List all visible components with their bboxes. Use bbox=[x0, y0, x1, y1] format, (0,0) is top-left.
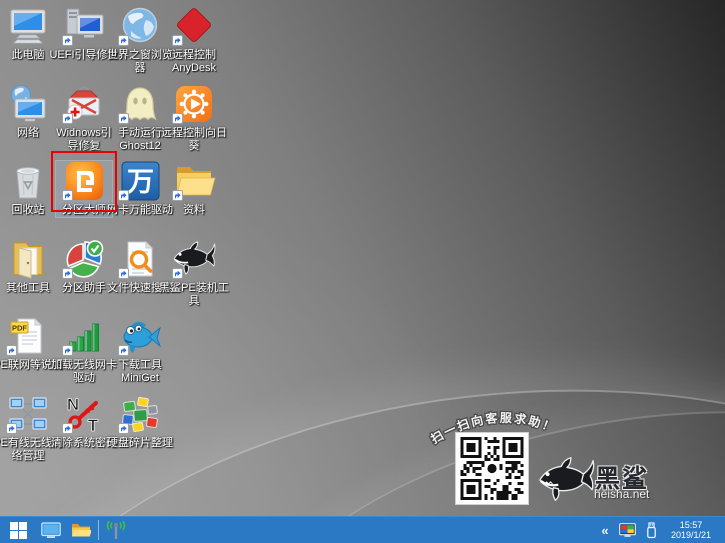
icon-label: 资料 bbox=[156, 204, 232, 217]
system-tray: « 15:57 2019/1/21 bbox=[595, 517, 725, 543]
tray-expand-button[interactable]: « bbox=[595, 517, 615, 543]
wireless-antenna-button[interactable] bbox=[101, 517, 131, 543]
shortcut-arrow-icon bbox=[118, 345, 129, 356]
start-button[interactable] bbox=[0, 517, 36, 543]
shortcut-arrow-icon bbox=[62, 190, 73, 201]
ghost-icon bbox=[118, 84, 162, 124]
antenna-icon bbox=[104, 521, 128, 540]
svg-text:PDF: PDF bbox=[12, 324, 27, 333]
wan-driver-icon: 万 bbox=[118, 161, 162, 201]
desktop-icon-miniget-downloader[interactable]: 下载工具 MiniGet bbox=[112, 316, 168, 385]
network-nodes-icon bbox=[6, 394, 50, 434]
fish-icon bbox=[118, 316, 162, 356]
usb-device-icon[interactable] bbox=[639, 517, 663, 543]
desktop-icon-anydesk-remote[interactable]: 远程控制 AnyDesk bbox=[166, 6, 222, 75]
pc-repair-icon bbox=[62, 6, 106, 46]
icon-label: 远程控制向日 葵 bbox=[156, 127, 232, 153]
clock-time: 15:57 bbox=[663, 520, 719, 530]
signal-bars-icon bbox=[62, 316, 106, 356]
sunlogin-icon bbox=[172, 84, 216, 124]
icon-label: 黑鲨PE装机工 具 bbox=[156, 282, 232, 308]
display-color-icon[interactable] bbox=[615, 517, 639, 543]
recycle-bin-icon bbox=[6, 161, 50, 201]
shortcut-arrow-icon bbox=[6, 345, 17, 356]
monitor-icon bbox=[6, 6, 50, 46]
icon-label: 远程控制 AnyDesk bbox=[156, 49, 232, 75]
diskgenius-icon bbox=[62, 161, 106, 201]
taskbar-file-explorer-button[interactable] bbox=[66, 517, 96, 543]
globe-browser-icon bbox=[118, 6, 162, 46]
taskbar-separator bbox=[98, 520, 99, 540]
pie-check-icon bbox=[62, 239, 106, 279]
screen: 此电脑 UEFI引导修复 世界之窗浏览 器 远程控制 AnyDesk bbox=[0, 0, 725, 543]
taskbar: « 15:57 2019/1/21 bbox=[0, 516, 725, 543]
nt-key-icon: N T bbox=[62, 394, 106, 434]
folder-icon bbox=[172, 161, 216, 201]
monitor-icon bbox=[41, 522, 61, 539]
shark-logo-icon bbox=[537, 455, 595, 503]
shortcut-arrow-icon bbox=[118, 35, 129, 46]
shortcut-arrow-icon bbox=[6, 423, 17, 434]
shortcut-arrow-icon bbox=[118, 423, 129, 434]
qr-code bbox=[455, 432, 529, 505]
shortcut-arrow-icon bbox=[172, 35, 183, 46]
shortcut-arrow-icon bbox=[62, 345, 73, 356]
icon-label: 下载工具 MiniGet bbox=[102, 359, 178, 385]
shortcut-arrow-icon bbox=[172, 113, 183, 124]
shortcut-arrow-icon bbox=[118, 268, 129, 279]
desktop-icon-data-folder[interactable]: 资料 bbox=[166, 161, 222, 217]
taskbar-this-pc-button[interactable] bbox=[36, 517, 66, 543]
brand-site: heisha.net bbox=[594, 487, 649, 501]
icon-label: 硬盘碎片整理 bbox=[102, 437, 178, 450]
windows-logo-icon bbox=[10, 522, 27, 539]
desktop-icon-pe-network-manager[interactable]: PE有线无线网 络管理 bbox=[0, 394, 56, 463]
desktop[interactable]: 此电脑 UEFI引导修复 世界之窗浏览 器 远程控制 AnyDesk bbox=[0, 0, 725, 516]
shark-icon bbox=[172, 239, 216, 279]
network-globe-icon bbox=[6, 84, 50, 124]
shortcut-arrow-icon bbox=[62, 268, 73, 279]
desktop-icon-disk-defrag[interactable]: 硬盘碎片整理 bbox=[112, 394, 168, 450]
desktop-icon-heisha-pe-installer[interactable]: 黑鲨PE装机工 具 bbox=[166, 239, 222, 308]
toolbox-icon bbox=[62, 84, 106, 124]
shortcut-arrow-icon bbox=[62, 423, 73, 434]
shortcut-arrow-icon bbox=[118, 190, 129, 201]
shortcut-arrow-icon bbox=[62, 113, 73, 124]
file-search-icon bbox=[118, 239, 162, 279]
anydesk-icon bbox=[172, 6, 216, 46]
svg-text:N: N bbox=[67, 395, 79, 414]
clock[interactable]: 15:57 2019/1/21 bbox=[663, 520, 725, 540]
door-folder-icon bbox=[6, 239, 50, 279]
desktop-icon-sunlogin-remote[interactable]: 远程控制向日 葵 bbox=[166, 84, 222, 153]
defrag-blocks-icon bbox=[118, 394, 162, 434]
shortcut-arrow-icon bbox=[172, 268, 183, 279]
shortcut-arrow-icon bbox=[62, 35, 73, 46]
svg-text:万: 万 bbox=[127, 167, 154, 197]
clock-date: 2019/1/21 bbox=[663, 530, 719, 540]
pdf-doc-icon: PDF bbox=[6, 316, 50, 356]
shortcut-arrow-icon bbox=[172, 190, 183, 201]
folder-icon bbox=[71, 522, 91, 538]
shortcut-arrow-icon bbox=[118, 113, 129, 124]
svg-text:T: T bbox=[88, 416, 99, 434]
